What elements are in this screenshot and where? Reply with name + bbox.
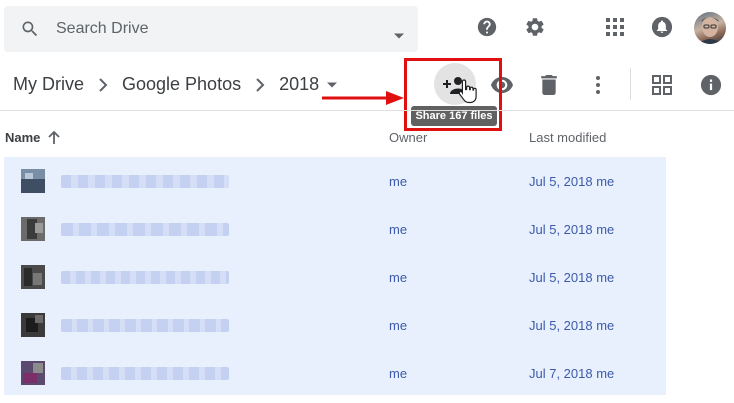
file-name-blurred bbox=[61, 271, 229, 284]
folder-menu-dropdown-icon[interactable] bbox=[327, 82, 338, 88]
toolbar-divider bbox=[630, 68, 631, 100]
share-tooltip: Share 167 files bbox=[411, 106, 497, 126]
search-bar[interactable] bbox=[4, 6, 418, 52]
chevron-right-icon bbox=[255, 77, 265, 92]
image-thumbnail bbox=[21, 361, 45, 385]
image-thumbnail bbox=[21, 313, 45, 337]
drive-page: My Drive Google Photos 2018 Share 167 bbox=[0, 0, 734, 403]
table-row[interactable]: me Jul 5, 2018 me bbox=[4, 205, 666, 253]
help-icon[interactable] bbox=[475, 15, 499, 39]
column-header-last-modified[interactable]: Last modified bbox=[529, 130, 606, 145]
column-name-label: Name bbox=[5, 130, 41, 145]
sort-arrow-up-icon[interactable] bbox=[48, 131, 61, 144]
details-info-icon[interactable] bbox=[696, 70, 726, 100]
avatar[interactable] bbox=[694, 12, 726, 44]
owner-cell: me bbox=[389, 318, 408, 333]
more-vert-icon[interactable] bbox=[583, 70, 613, 100]
table-row[interactable]: me Jul 7, 2018 me bbox=[4, 349, 666, 397]
file-name-blurred bbox=[61, 367, 229, 380]
table-row[interactable]: me Jul 5, 2018 me bbox=[4, 253, 666, 301]
modified-cell: Jul 5, 2018 me bbox=[529, 270, 615, 285]
image-thumbnail bbox=[21, 169, 45, 193]
table-row[interactable]: me Jul 5, 2018 me bbox=[4, 157, 666, 205]
apps-grid-icon[interactable] bbox=[603, 15, 627, 39]
modified-cell: Jul 5, 2018 me bbox=[529, 174, 615, 189]
image-thumbnail bbox=[21, 217, 45, 241]
search-icon[interactable] bbox=[20, 19, 40, 44]
file-name-blurred bbox=[61, 175, 229, 188]
modified-cell: Jul 7, 2018 me bbox=[529, 366, 615, 381]
notifications-icon[interactable] bbox=[650, 15, 674, 39]
owner-cell: me bbox=[389, 222, 408, 237]
breadcrumb: My Drive Google Photos 2018 bbox=[13, 74, 338, 95]
grid-view-icon[interactable] bbox=[647, 70, 677, 100]
owner-cell: me bbox=[389, 270, 408, 285]
table-row[interactable]: me Jul 5, 2018 me bbox=[4, 301, 666, 349]
modified-cell: Jul 5, 2018 me bbox=[529, 222, 615, 237]
settings-icon[interactable] bbox=[523, 15, 547, 39]
file-name-blurred bbox=[61, 319, 229, 332]
file-name-blurred bbox=[61, 223, 229, 236]
column-header-name[interactable]: Name bbox=[5, 130, 61, 145]
breadcrumb-google-photos[interactable]: Google Photos bbox=[122, 74, 241, 95]
breadcrumb-my-drive[interactable]: My Drive bbox=[13, 74, 84, 95]
search-options-dropdown-icon[interactable] bbox=[394, 26, 404, 44]
header-divider bbox=[0, 110, 734, 111]
delete-icon[interactable] bbox=[534, 70, 564, 100]
breadcrumb-2018[interactable]: 2018 bbox=[279, 74, 319, 95]
search-input[interactable] bbox=[56, 17, 356, 41]
annotation-arrow-icon bbox=[322, 91, 404, 105]
hand-cursor-icon bbox=[458, 79, 477, 104]
column-header-owner[interactable]: Owner bbox=[389, 130, 427, 145]
image-thumbnail bbox=[21, 265, 45, 289]
chevron-right-icon bbox=[98, 77, 108, 92]
owner-cell: me bbox=[389, 366, 408, 381]
owner-cell: me bbox=[389, 174, 408, 189]
modified-cell: Jul 5, 2018 me bbox=[529, 318, 615, 333]
